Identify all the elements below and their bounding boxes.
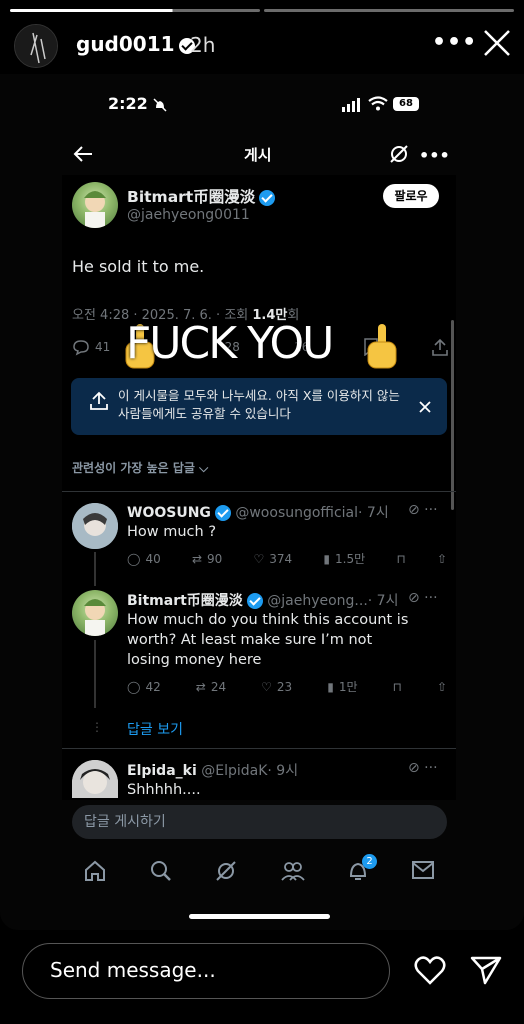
story-timestamp: 2h	[190, 33, 216, 57]
send-message-input[interactable]: Send message...	[22, 943, 390, 999]
reply-actions: ◯ 40 ⇄ 90 ♡ 374 ▮ 1.5만 ⊓ ⇧	[127, 550, 447, 567]
like-action[interactable]: ♡ 23	[261, 680, 292, 694]
reply-text: Shhhhh....	[127, 782, 201, 796]
back-arrow-icon[interactable]	[73, 145, 93, 167]
more-icon[interactable]: •••	[419, 146, 450, 165]
thread-dots: ⋮	[91, 720, 103, 734]
share-banner-text: 이 게시물을 모두와 나누세요. 아직 X를 이용하지 않는 사람들에게도 공유…	[118, 388, 400, 421]
retweet-action[interactable]: ⇄ 90	[192, 552, 222, 566]
author-handle[interactable]: @jaehyeong0011	[127, 207, 250, 223]
home-icon[interactable]	[84, 860, 106, 882]
scrollbar[interactable]	[451, 320, 454, 510]
thread-line	[94, 552, 96, 586]
story-username[interactable]: gud0011	[76, 32, 195, 56]
views-action[interactable]: ▮ 1만	[327, 678, 357, 695]
reply-author-name[interactable]: WOOSUNG	[127, 505, 211, 521]
follow-button[interactable]: 팔로우	[383, 184, 439, 208]
reply-author-handle[interactable]: @woosungofficial	[235, 505, 358, 521]
search-icon[interactable]	[150, 860, 172, 882]
reply-header: WOOSUNG @woosungofficial· 7시	[127, 502, 389, 522]
share-icon	[90, 391, 108, 415]
grok-icon[interactable]	[215, 860, 237, 882]
reply-time: · 9시	[267, 763, 299, 779]
author-name[interactable]: Bitmart币圈漫淡	[127, 185, 276, 207]
retweet-action[interactable]: ⇄ 24	[196, 680, 226, 694]
notification-badge: 2	[362, 854, 377, 869]
reply-avatar[interactable]	[72, 760, 118, 798]
views-action[interactable]: ▮ 1.5만	[323, 550, 365, 567]
verified-badge-icon	[246, 593, 263, 609]
communities-icon[interactable]	[281, 860, 305, 882]
tab-bar: 2	[62, 848, 462, 896]
reply-sort-dropdown[interactable]: 관련성이 가장 높은 답글 ⌵	[72, 459, 208, 476]
divider	[62, 748, 456, 749]
reply-time: · 7시	[367, 593, 399, 609]
reply-input[interactable]: 답글 게시하기	[72, 805, 447, 839]
status-time: 2:22	[108, 94, 167, 113]
close-icon[interactable]	[419, 398, 431, 417]
chevron-down-icon: ⌵	[199, 461, 209, 475]
reply-more-icon[interactable]: ⊘ ···	[408, 502, 438, 518]
reply-avatar[interactable]	[72, 590, 118, 636]
reply-text: How much ?	[127, 524, 217, 540]
reply-avatar[interactable]	[72, 503, 118, 549]
bookmark-icon[interactable]: ⊓	[396, 552, 405, 566]
heart-icon[interactable]	[414, 955, 446, 989]
signal-icon	[342, 97, 362, 116]
share-icon[interactable]	[432, 338, 448, 356]
reply-author-handle[interactable]: @ElpidaK	[201, 763, 267, 779]
reply-action[interactable]: 41	[72, 338, 110, 356]
bell-muted-icon	[153, 97, 167, 112]
share-icon[interactable]: ⇧	[437, 552, 447, 566]
reply-time: · 7시	[358, 505, 389, 521]
post-text: He sold it to me.	[72, 257, 205, 276]
wifi-icon	[368, 96, 388, 115]
like-action[interactable]: ♡ 374	[254, 552, 293, 566]
reply-header: Elpida_ki @ElpidaK· 9시	[127, 760, 298, 780]
bookmark-icon[interactable]: ⊓	[393, 680, 402, 694]
reply-author-name[interactable]: Bitmart币圈漫淡	[127, 593, 243, 609]
show-replies-link[interactable]: 답글 보기	[127, 719, 183, 739]
home-indicator	[189, 914, 330, 919]
messages-icon[interactable]	[412, 861, 434, 879]
author-avatar[interactable]	[72, 182, 118, 228]
verified-badge-icon	[259, 189, 276, 206]
reply-actions: ◯ 42 ⇄ 24 ♡ 23 ▮ 1만 ⊓ ⇧	[127, 678, 447, 695]
story-avatar[interactable]	[14, 24, 58, 68]
reply-header: Bitmart币圈漫淡 @jaehyeong...· 7시	[127, 590, 398, 610]
reply-author-handle[interactable]: @jaehyeong...	[267, 593, 368, 609]
page-title: 게시	[244, 146, 272, 164]
reply-more-icon[interactable]: ⊘ ···	[408, 590, 438, 606]
reply-icon	[73, 340, 89, 356]
reply-action[interactable]: ◯ 42	[127, 680, 161, 694]
reply-author-name[interactable]: Elpida_ki	[127, 763, 197, 779]
share-icon[interactable]: ⇧	[437, 680, 447, 694]
battery-indicator: 68	[393, 97, 419, 111]
story-progress-bar	[10, 9, 514, 12]
middle-finger-icon	[362, 322, 402, 378]
story-text-overlay: FUCK YOU	[126, 318, 334, 369]
thread-line	[94, 640, 96, 708]
verified-badge-icon	[214, 505, 231, 521]
divider	[62, 491, 456, 492]
story-more-icon[interactable]: •••	[432, 30, 477, 55]
close-icon[interactable]	[482, 28, 512, 58]
reply-more-icon[interactable]: ⊘ ···	[408, 760, 438, 776]
grok-icon[interactable]	[389, 144, 409, 168]
send-icon[interactable]	[470, 955, 502, 989]
reply-text: How much do you think this account is wo…	[127, 612, 409, 668]
reply-action[interactable]: ◯ 40	[127, 552, 161, 566]
